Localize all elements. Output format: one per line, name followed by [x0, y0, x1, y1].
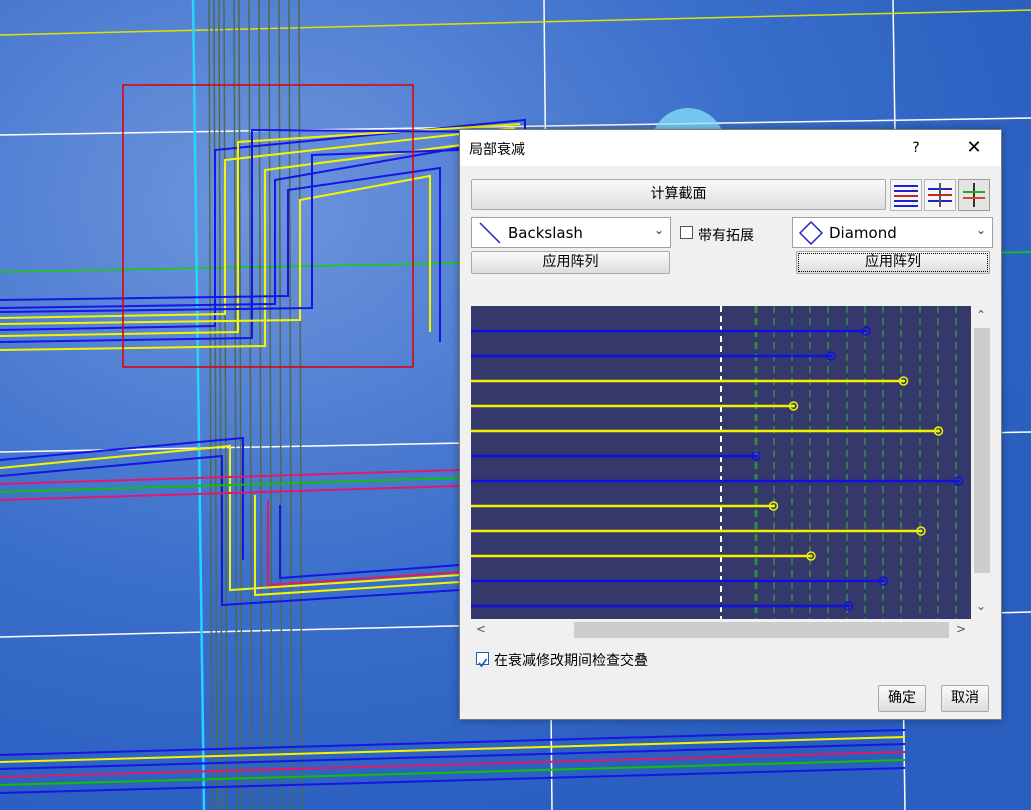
diamond-icon — [799, 221, 823, 245]
start-shape-value: Backslash — [508, 224, 583, 242]
dialog-title: 局部衰减 — [469, 142, 525, 158]
vertical-scrollbar[interactable]: ⌃ ⌄ — [971, 306, 993, 619]
help-button[interactable]: ? — [906, 136, 926, 160]
crossed-lines-view-icon[interactable] — [924, 179, 956, 211]
ok-label: 确定 — [888, 690, 916, 706]
trace-endpoint-dot — [809, 554, 813, 558]
scroll-right-icon[interactable]: > — [956, 622, 966, 636]
crossed-lines-view-icon-graphic — [928, 183, 952, 207]
chevron-down-icon: ⌄ — [975, 223, 986, 237]
apply-array-left-button[interactable]: 应用阵列 — [471, 251, 670, 274]
dialog-titlebar[interactable]: 局部衰减 ? ✕ — [460, 130, 1001, 166]
scroll-up-icon[interactable]: ⌃ — [976, 308, 986, 322]
trace-endpoint-dot — [937, 429, 940, 433]
end-shape-value: Diamond — [829, 224, 897, 242]
local-attenuation-dialog: 局部衰减 ? ✕ 计算截面 Backslash ⌄ 带有拓展 Diamond ⌄… — [459, 129, 1002, 720]
cancel-label: 取消 — [951, 690, 979, 706]
section-view[interactable] — [471, 306, 971, 619]
compute-section-button[interactable]: 计算截面 — [471, 179, 886, 210]
trace-endpoint-dot — [957, 479, 960, 483]
compute-section-label: 计算截面 — [650, 186, 707, 202]
apply-array-right-button[interactable]: 应用阵列 — [796, 251, 990, 274]
backslash-icon — [479, 222, 501, 244]
apply-array-right-label: 应用阵列 — [865, 254, 921, 270]
check-overlap-checkbox[interactable] — [476, 652, 489, 668]
trace-endpoint-dot — [772, 504, 775, 508]
scroll-left-icon[interactable]: < — [476, 622, 486, 636]
lines-view-icon-graphic — [894, 185, 918, 207]
trace-endpoint-dot — [919, 529, 923, 533]
end-shape-combo[interactable]: Diamond ⌄ — [792, 217, 993, 248]
trace-endpoint-dot — [902, 379, 905, 383]
trace-endpoint-dot — [864, 329, 868, 333]
vertical-scroll-thumb[interactable] — [974, 328, 990, 573]
single-line-view-icon[interactable] — [958, 179, 990, 211]
chevron-down-icon: ⌄ — [653, 223, 664, 237]
extension-checkbox[interactable] — [680, 226, 693, 239]
trace-endpoint-dot — [829, 354, 833, 358]
trace-endpoint-dot — [792, 404, 795, 408]
extension-label: 带有拓展 — [698, 228, 754, 244]
trace-endpoint-dot — [882, 579, 885, 583]
checkmark-icon — [478, 658, 488, 668]
cancel-button[interactable]: 取消 — [941, 685, 989, 712]
horizontal-scroll-thumb[interactable] — [574, 622, 949, 638]
close-button[interactable]: ✕ — [960, 136, 988, 160]
lines-view-icon[interactable] — [890, 179, 922, 211]
apply-array-left-label: 应用阵列 — [542, 254, 599, 270]
scroll-down-icon[interactable]: ⌄ — [976, 599, 986, 613]
start-shape-combo[interactable]: Backslash ⌄ — [471, 217, 671, 248]
horizontal-scrollbar[interactable]: < > — [471, 619, 971, 641]
trace-endpoint-dot — [754, 454, 758, 458]
trace-endpoint-dot — [847, 604, 850, 608]
single-line-view-icon-graphic — [963, 183, 985, 207]
check-overlap-label: 在衰减修改期间检查交叠 — [494, 653, 648, 669]
section-view-graphic — [471, 306, 964, 619]
ok-button[interactable]: 确定 — [878, 685, 926, 712]
